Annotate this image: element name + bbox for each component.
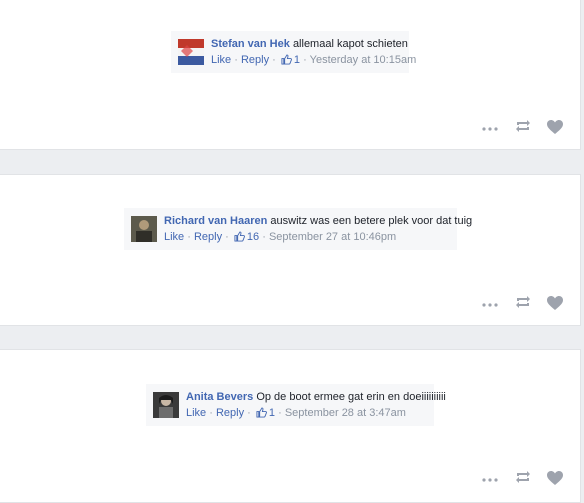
- avatar[interactable]: [153, 392, 179, 418]
- heart-icon[interactable]: [546, 295, 564, 316]
- thumbs-up-icon: [281, 54, 292, 68]
- heart-icon[interactable]: [546, 470, 564, 491]
- like-link[interactable]: Like: [186, 407, 206, 419]
- separator: ·: [225, 231, 229, 243]
- separator: ·: [247, 407, 251, 419]
- reply-link[interactable]: Reply: [216, 407, 244, 419]
- repost-icon[interactable]: [514, 295, 532, 314]
- comment-timestamp[interactable]: September 28 at 3:47am: [285, 407, 406, 419]
- avatar[interactable]: [178, 39, 204, 65]
- comment-timestamp[interactable]: September 27 at 10:46pm: [269, 231, 396, 243]
- more-dots-icon[interactable]: [482, 470, 498, 488]
- like-count: 1: [268, 407, 276, 419]
- comment-timestamp[interactable]: Yesterday at 10:15am: [310, 54, 417, 66]
- comment: Anita Bevers Op de boot ermee gat erin e…: [146, 384, 446, 426]
- repost-icon[interactable]: [514, 119, 532, 138]
- separator: ·: [187, 231, 191, 243]
- thumbs-up-icon: [256, 407, 267, 421]
- comment: Richard van Haaren auswitz was een beter…: [124, 208, 472, 250]
- comment-author[interactable]: Anita Bevers: [186, 391, 253, 403]
- avatar-image: [153, 392, 179, 418]
- more-dots-icon[interactable]: [482, 295, 498, 313]
- reply-link[interactable]: Reply: [241, 54, 269, 66]
- comment-text: Op de boot ermee gat erin en doeiiiiiiii…: [256, 391, 446, 403]
- comment: Stefan van Hek allemaal kapot schieten L…: [171, 31, 416, 73]
- like-link[interactable]: Like: [211, 54, 231, 66]
- reply-link[interactable]: Reply: [194, 231, 222, 243]
- post-actions: [482, 295, 572, 313]
- like-link[interactable]: Like: [164, 231, 184, 243]
- comment-text: auswitz was een betere plek voor dat tui…: [270, 215, 473, 227]
- repost-icon[interactable]: [514, 470, 532, 489]
- separator: ·: [278, 407, 282, 419]
- comment-author[interactable]: Richard van Haaren: [164, 215, 267, 227]
- avatar-image: [131, 216, 157, 242]
- post-card: Richard van Haaren auswitz was een beter…: [0, 174, 581, 326]
- like-count: 16: [246, 231, 260, 243]
- separator: ·: [303, 54, 307, 66]
- separator: ·: [234, 54, 238, 66]
- like-count: 1: [293, 54, 301, 66]
- post-actions: [482, 119, 572, 137]
- avatar[interactable]: [131, 216, 157, 242]
- heart-icon[interactable]: [546, 119, 564, 140]
- avatar-image: [178, 39, 204, 65]
- separator: ·: [262, 231, 266, 243]
- separator: ·: [209, 407, 213, 419]
- post-card: Anita Bevers Op de boot ermee gat erin e…: [0, 349, 581, 503]
- comment-text: allemaal kapot schieten: [292, 38, 408, 50]
- post-card: Stefan van Hek allemaal kapot schieten L…: [0, 0, 581, 150]
- post-actions: [482, 470, 572, 488]
- more-dots-icon[interactable]: [482, 119, 498, 137]
- separator: ·: [272, 54, 276, 66]
- comment-author[interactable]: Stefan van Hek: [211, 38, 290, 50]
- thumbs-up-icon: [234, 231, 245, 245]
